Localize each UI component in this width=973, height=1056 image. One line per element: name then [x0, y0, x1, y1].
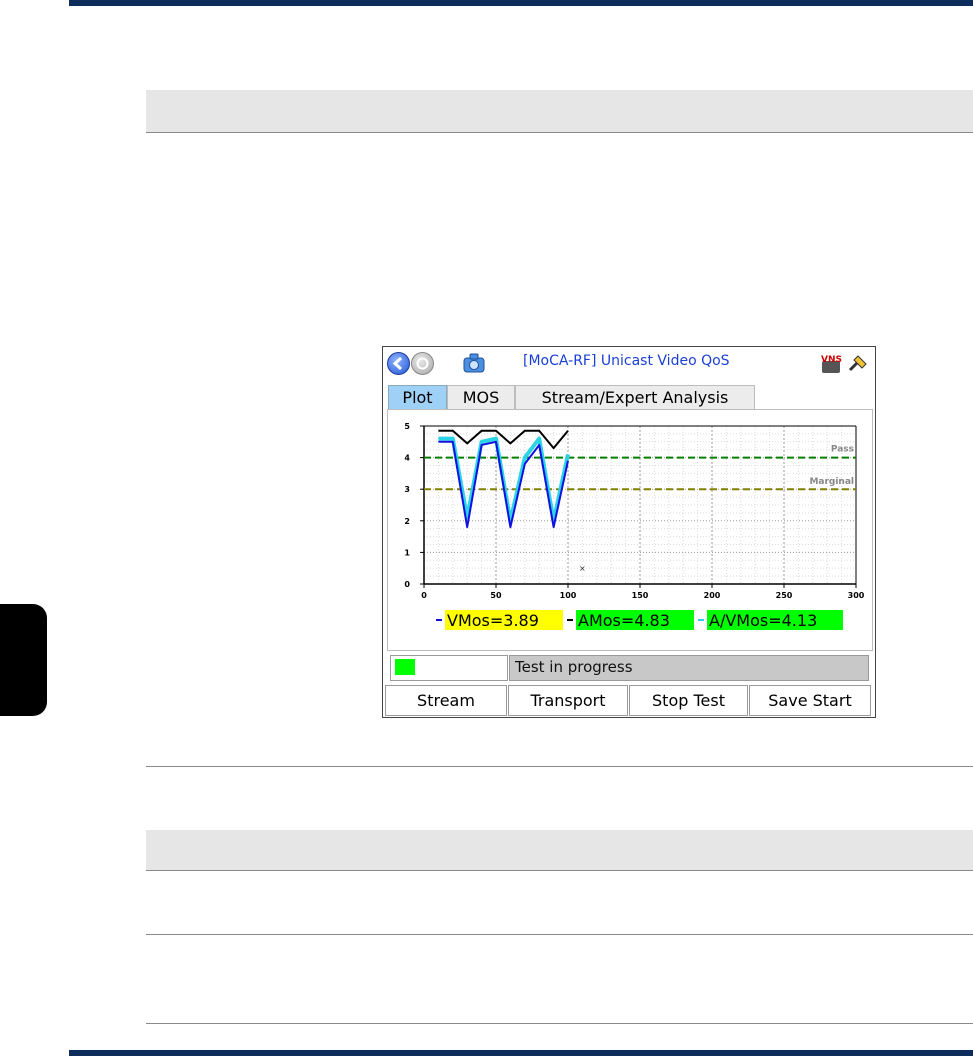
- status-bar: Test in progress: [509, 655, 869, 681]
- tab-stream-expert-analysis[interactable]: Stream/Expert Analysis: [515, 385, 755, 411]
- stop-test-button[interactable]: Stop Test: [629, 685, 748, 716]
- marginal-label: Marginal: [809, 477, 854, 487]
- save-start-button[interactable]: Save Start: [749, 685, 871, 716]
- y-tick-label: 1: [404, 548, 410, 557]
- divider: [146, 132, 973, 133]
- x-tick-label: 50: [490, 591, 502, 600]
- pass-label: Pass: [831, 445, 854, 455]
- avmos-legend-label: A/VMos=4.13: [709, 611, 817, 630]
- x-tick-label: 150: [632, 591, 649, 600]
- device-screen: [MoCA-RF] Unicast Video QoS VNS Plot MOS…: [382, 346, 876, 718]
- plug-icon[interactable]: [846, 352, 870, 374]
- mos-chart: 0 50 100 150 200 250 300 0 1 2 3 4 5 Pass Marginal × VMo…: [404, 422, 865, 630]
- x-tick-label: 100: [560, 591, 577, 600]
- cursor-marker: ×: [579, 564, 586, 573]
- y-tick-label: 2: [404, 517, 410, 526]
- x-tick-label: 0: [421, 591, 427, 600]
- chapter-side-tab: [0, 604, 47, 716]
- y-tick-label: 4: [404, 454, 410, 463]
- bottom-rule: [69, 1050, 973, 1056]
- y-tick-label: 5: [404, 422, 410, 431]
- refresh-icon: [416, 357, 429, 370]
- tab-plot[interactable]: Plot: [388, 385, 447, 411]
- camera-icon: [463, 353, 485, 373]
- divider: [146, 870, 973, 871]
- back-button[interactable]: [387, 352, 410, 375]
- tab-mos[interactable]: MOS: [447, 385, 515, 411]
- status-text: Test in progress: [515, 658, 633, 676]
- window-title: [MoCA-RF] Unicast Video QoS: [523, 353, 730, 369]
- back-arrow-icon: [392, 356, 403, 371]
- vns-status-icon[interactable]: VNS: [820, 352, 844, 374]
- divider: [146, 766, 973, 767]
- header-band: [146, 90, 973, 132]
- vmos-legend-label: VMos=3.89: [447, 611, 539, 630]
- transport-button[interactable]: Transport: [508, 685, 628, 716]
- divider: [146, 1023, 973, 1024]
- y-tick-label: 0: [404, 580, 410, 589]
- amos-legend-label: AMos=4.83: [578, 611, 670, 630]
- header-band: [146, 830, 973, 870]
- progress-indicator: [395, 659, 415, 675]
- x-tick-label: 200: [704, 591, 721, 600]
- stream-button[interactable]: Stream: [385, 685, 507, 716]
- y-tick-label: 3: [404, 485, 410, 494]
- camera-button[interactable]: [463, 353, 485, 373]
- x-tick-label: 300: [848, 591, 865, 600]
- plot-panel: 0 50 100 150 200 250 300 0 1 2 3 4 5 Pass Marginal × VMo…: [387, 409, 873, 651]
- vns-badge: VNS: [821, 355, 842, 365]
- amos-series-line: [438, 429, 569, 450]
- top-rule: [69, 0, 973, 6]
- x-tick-label: 250: [776, 591, 793, 600]
- forward-button[interactable]: [411, 352, 434, 375]
- title-bar: [MoCA-RF] Unicast Video QoS VNS: [383, 347, 875, 380]
- progress-box: [390, 655, 508, 681]
- divider: [146, 934, 973, 935]
